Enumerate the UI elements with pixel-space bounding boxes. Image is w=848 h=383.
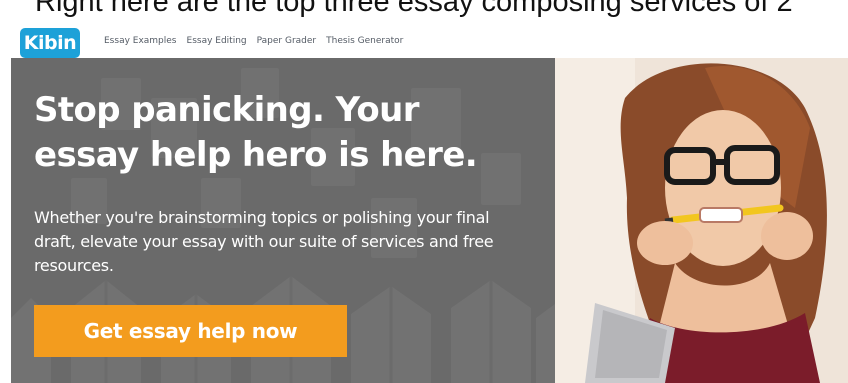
main-nav: Essay Examples Essay Editing Paper Grade…	[104, 36, 403, 46]
hero-headline: Stop panicking. Your essay help hero is …	[34, 90, 478, 175]
nav-item-essay-editing[interactable]: Essay Editing	[187, 36, 247, 46]
nav-item-thesis-generator[interactable]: Thesis Generator	[326, 36, 403, 46]
top-navigation-bar: Kibin Essay Examples Essay Editing Paper…	[0, 14, 848, 65]
photo-illustration	[555, 58, 848, 383]
hero-subtext: Whether you're brainstorming topics or p…	[34, 208, 494, 275]
hero-banner: Stop panicking. Your essay help hero is …	[11, 58, 555, 383]
woman-with-pencil-photo	[555, 58, 848, 383]
get-essay-help-button[interactable]: Get essay help now	[34, 305, 347, 357]
nav-item-paper-grader[interactable]: Paper Grader	[257, 36, 317, 46]
nav-item-essay-examples[interactable]: Essay Examples	[104, 36, 177, 46]
logo-text: Kibin	[23, 32, 77, 54]
kibin-logo[interactable]: Kibin	[20, 28, 80, 58]
